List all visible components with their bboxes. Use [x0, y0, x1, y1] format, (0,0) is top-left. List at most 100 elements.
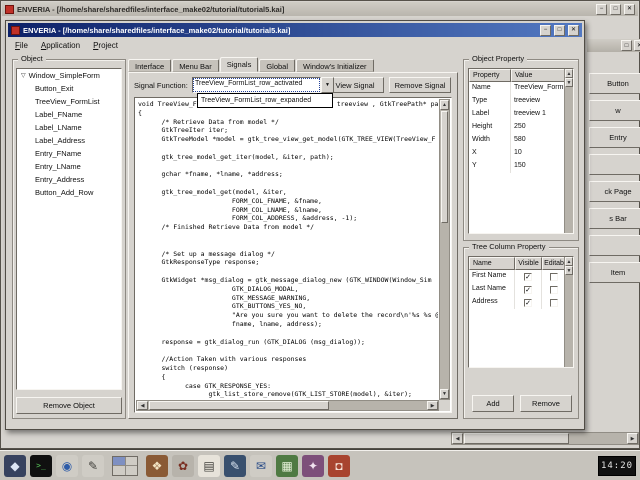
tree-item[interactable]: Entry_FName — [17, 147, 121, 160]
table-row[interactable]: Y150 — [469, 160, 573, 173]
table-row[interactable]: Address ✓ — [469, 296, 573, 309]
start-menu-icon[interactable]: ◆ — [4, 455, 26, 477]
visible-checkbox[interactable]: ✓ — [524, 299, 532, 307]
tree-column-scrollbar[interactable]: ▲ ▼ — [564, 257, 573, 367]
code-hscrollbar[interactable]: ◀ ▶ — [136, 400, 439, 411]
pager-desktop-1[interactable] — [113, 457, 125, 466]
tree-item-window-simpleform[interactable]: ▽ Window_SimpleForm — [17, 69, 121, 82]
tree-item[interactable]: Entry_LName — [17, 160, 121, 173]
column-header-editable[interactable]: Editab — [542, 257, 566, 270]
tree-item[interactable]: Label_Address — [17, 134, 121, 147]
editable-checkbox[interactable] — [550, 273, 558, 281]
tab-windows-initializer[interactable]: Window's Initializer — [296, 59, 374, 72]
menu-application[interactable]: Application — [41, 41, 80, 50]
signal-combo[interactable]: TreeView_FormList_row_activated ▼ — [192, 77, 334, 93]
palette-maximize-button[interactable]: □ — [621, 40, 632, 51]
tab-signals[interactable]: Signals — [220, 57, 259, 72]
palette-button-5[interactable]: ck Page — [589, 181, 640, 202]
table-row[interactable]: Height250 — [469, 121, 573, 134]
palette-button-3[interactable]: Entry — [589, 127, 640, 148]
column-header-property[interactable]: Property — [469, 69, 511, 82]
table-row[interactable]: X10 — [469, 147, 573, 160]
tab-interface[interactable]: Interface — [128, 59, 171, 72]
palette-titlebar[interactable]: □ ✕ — [587, 39, 640, 52]
tree-item[interactable]: Button_Exit — [17, 82, 121, 95]
tree-item[interactable]: Button_Add_Row — [17, 186, 121, 199]
minimize-button[interactable]: − — [540, 25, 551, 36]
table-row[interactable]: Last Name ✓ — [469, 283, 573, 296]
combo-dropdown-icon[interactable]: ▼ — [321, 77, 334, 93]
taskbar-app-icon-7[interactable]: ✦ — [302, 455, 324, 477]
pager-desktop-4[interactable] — [126, 466, 138, 475]
view-signal-button[interactable]: View Signal — [326, 77, 384, 93]
editable-checkbox[interactable] — [550, 286, 558, 294]
tab-menu-bar[interactable]: Menu Bar — [172, 59, 219, 72]
scroll-right-icon[interactable]: ▶ — [627, 433, 638, 444]
signal-combo-value[interactable]: TreeView_FormList_row_activated — [192, 77, 321, 93]
taskbar-app-icon-3[interactable]: ▤ — [198, 455, 220, 477]
palette-button-7[interactable] — [589, 235, 640, 256]
table-row[interactable]: Typetreeview — [469, 95, 573, 108]
visible-checkbox[interactable]: ✓ — [524, 273, 532, 281]
palette-close-button[interactable]: ✕ — [634, 40, 640, 51]
scroll-left-icon[interactable]: ◀ — [137, 401, 148, 410]
remove-column-button[interactable]: Remove — [520, 395, 572, 412]
palette-button-8[interactable]: Item — [589, 262, 640, 283]
tree-item[interactable]: Label_FName — [17, 108, 121, 121]
bg-maximize-button[interactable]: □ — [610, 4, 621, 15]
scroll-up-icon[interactable]: ▲ — [565, 69, 573, 78]
window-titlebar[interactable]: ENVERIA - [/home/share/sharedfiles/inter… — [8, 23, 582, 37]
taskbar-app-icon-6[interactable]: ▦ — [276, 455, 298, 477]
expander-icon[interactable]: ▽ — [21, 72, 26, 79]
desktop-pager[interactable] — [112, 456, 138, 476]
taskbar-app-icon-4[interactable]: ✎ — [224, 455, 246, 477]
bg-minimize-button[interactable]: − — [596, 4, 607, 15]
tree-item[interactable]: Entry_Address — [17, 173, 121, 186]
tree-item[interactable]: Label_LName — [17, 121, 121, 134]
hscroll-thumb[interactable] — [464, 433, 569, 444]
table-row[interactable]: Width580 — [469, 134, 573, 147]
globe-icon[interactable]: ◉ — [56, 455, 78, 477]
column-header-visible[interactable]: Visible — [515, 257, 542, 270]
property-scrollbar[interactable]: ▲ ▼ — [564, 69, 573, 233]
scroll-up-icon[interactable]: ▲ — [440, 100, 449, 110]
scroll-down-icon[interactable]: ▼ — [565, 78, 573, 87]
tab-global[interactable]: Global — [259, 59, 295, 72]
pager-desktop-3[interactable] — [113, 466, 125, 475]
scroll-down-icon[interactable]: ▼ — [565, 266, 573, 275]
scroll-left-icon[interactable]: ◀ — [452, 433, 463, 444]
hscroll-thumb[interactable] — [149, 401, 329, 410]
bg-close-button[interactable]: ✕ — [624, 4, 635, 15]
pager-desktop-2[interactable] — [126, 457, 138, 466]
scroll-right-icon[interactable]: ▶ — [427, 401, 438, 410]
column-header-name[interactable]: Name — [469, 257, 515, 270]
background-titlebar[interactable]: ENVERIA - [/home/share/sharedfiles/inter… — [2, 2, 638, 16]
palette-button-4[interactable] — [589, 154, 640, 175]
code-text[interactable]: void TreeView_Ftreeview , GtkTreePath* p… — [138, 100, 438, 399]
taskbar-app-icon-1[interactable]: ❖ — [146, 455, 168, 477]
remove-object-button[interactable]: Remove Object — [16, 397, 122, 414]
code-vscrollbar[interactable]: ▲ ▼ — [439, 99, 450, 400]
table-row[interactable]: NameTreeView_FormL — [469, 82, 573, 95]
terminal-icon[interactable]: >_ — [30, 455, 52, 477]
tree-item[interactable]: TreeView_FormList — [17, 95, 121, 108]
taskbar-app-icon-2[interactable]: ✿ — [172, 455, 194, 477]
palette-button-6[interactable]: s Bar — [589, 208, 640, 229]
dropdown-item[interactable]: TreeView_FormList_row_expanded — [198, 97, 314, 104]
maximize-button[interactable]: □ — [554, 25, 565, 36]
table-row[interactable]: Labeltreeview 1 — [469, 108, 573, 121]
menu-file[interactable]: File — [15, 41, 28, 50]
background-hscrollbar[interactable]: ◀ ▶ — [451, 432, 639, 445]
taskbar-app-icon-8[interactable]: ◘ — [328, 455, 350, 477]
close-button[interactable]: ✕ — [568, 25, 579, 36]
table-row[interactable]: First Name ✓ — [469, 270, 573, 283]
visible-checkbox[interactable]: ✓ — [524, 286, 532, 294]
palette-button-1[interactable]: Button — [589, 73, 640, 94]
menu-project[interactable]: Project — [93, 41, 118, 50]
palette-button-2[interactable]: w — [589, 100, 640, 121]
scroll-up-icon[interactable]: ▲ — [565, 257, 573, 266]
vscroll-thumb[interactable] — [441, 111, 448, 223]
column-header-value[interactable]: Value — [511, 69, 566, 82]
signal-combo-dropdown[interactable]: TreeView_FormList_row_expanded — [197, 93, 333, 108]
taskbar-app-icon-5[interactable]: ✉ — [250, 455, 272, 477]
